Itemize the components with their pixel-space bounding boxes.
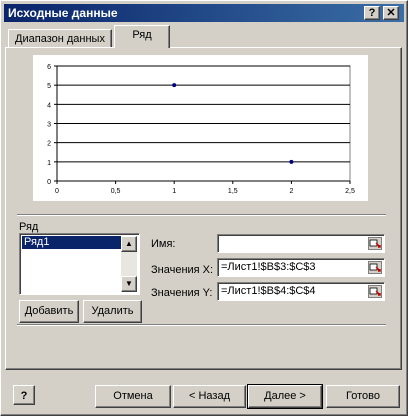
x-tick-label: 1 [172,188,176,195]
y-values-label: Значения Y: [151,287,213,299]
y-values-value: =Лист1!$B$4:$C$4 [221,285,316,297]
title-bar[interactable]: Исходные данные ? ✕ [4,4,404,22]
remove-series-button[interactable]: Удалить [83,300,142,323]
range-select-icon[interactable] [368,285,382,298]
series-listbox[interactable]: Ряд1 ▲ ▼ [19,233,140,295]
y-tick-label: 5 [47,83,51,90]
next-button[interactable]: Далее > [247,384,323,409]
office-assistant-button[interactable]: ? [13,385,35,405]
x-tick-label: 0 [55,188,59,195]
close-icon: ✕ [386,7,396,19]
scroll-up-button[interactable]: ▲ [121,236,137,252]
y-tick-label: 6 [47,64,51,71]
y-tick-label: 1 [47,160,51,167]
tab-data-range[interactable]: Диапазон данных [8,29,112,49]
add-series-button[interactable]: Добавить [19,300,79,323]
x-tick-label: 2 [289,188,293,195]
x-tick-label: 0,5 [111,188,121,195]
data-point [172,83,177,88]
arrow-down-icon: ▼ [125,279,133,288]
chart-preview: 0 1 2 3 4 5 6 0 0,5 1 1,5 2 2,5 [33,55,368,201]
separator-bottom [17,324,386,326]
dialog-title: Исходные данные [8,6,118,20]
x-tick-label: 2,5 [345,188,355,195]
finish-button[interactable]: Готово [326,385,400,408]
arrow-up-icon: ▲ [125,239,133,248]
range-select-icon[interactable] [368,237,382,250]
help-icon: ? [20,390,28,402]
range-select-icon[interactable] [368,261,382,274]
tab-series[interactable]: Ряд [114,25,170,48]
y-tick-label: 3 [47,122,51,129]
x-values-value: =Лист1!$B$3:$C$3 [221,261,316,273]
name-field[interactable] [217,234,385,253]
scroll-down-button[interactable]: ▼ [121,276,137,292]
back-button[interactable]: < Назад [173,385,246,408]
x-values-label: Значения X: [151,264,214,276]
help-button[interactable]: ? [364,6,380,20]
scatter-chart: 0 1 2 3 4 5 6 0 0,5 1 1,5 2 2,5 [47,64,355,195]
data-point [289,159,294,164]
y-tick-label: 0 [47,179,51,186]
separator-top [17,214,386,216]
listbox-scrollbar[interactable]: ▲ ▼ [121,236,137,292]
cancel-button[interactable]: Отмена [95,385,171,408]
series-group-label: Ряд [19,221,39,233]
x-values-field[interactable]: =Лист1!$B$3:$C$3 [217,258,385,277]
y-tick-label: 4 [47,102,51,109]
y-values-field[interactable]: =Лист1!$B$4:$C$4 [217,282,385,301]
close-button[interactable]: ✕ [383,6,399,20]
y-tick-label: 2 [47,141,51,148]
series-list-item[interactable]: Ряд1 [22,236,122,249]
name-label: Имя: [151,238,176,250]
x-tick-label: 1,5 [228,188,238,195]
